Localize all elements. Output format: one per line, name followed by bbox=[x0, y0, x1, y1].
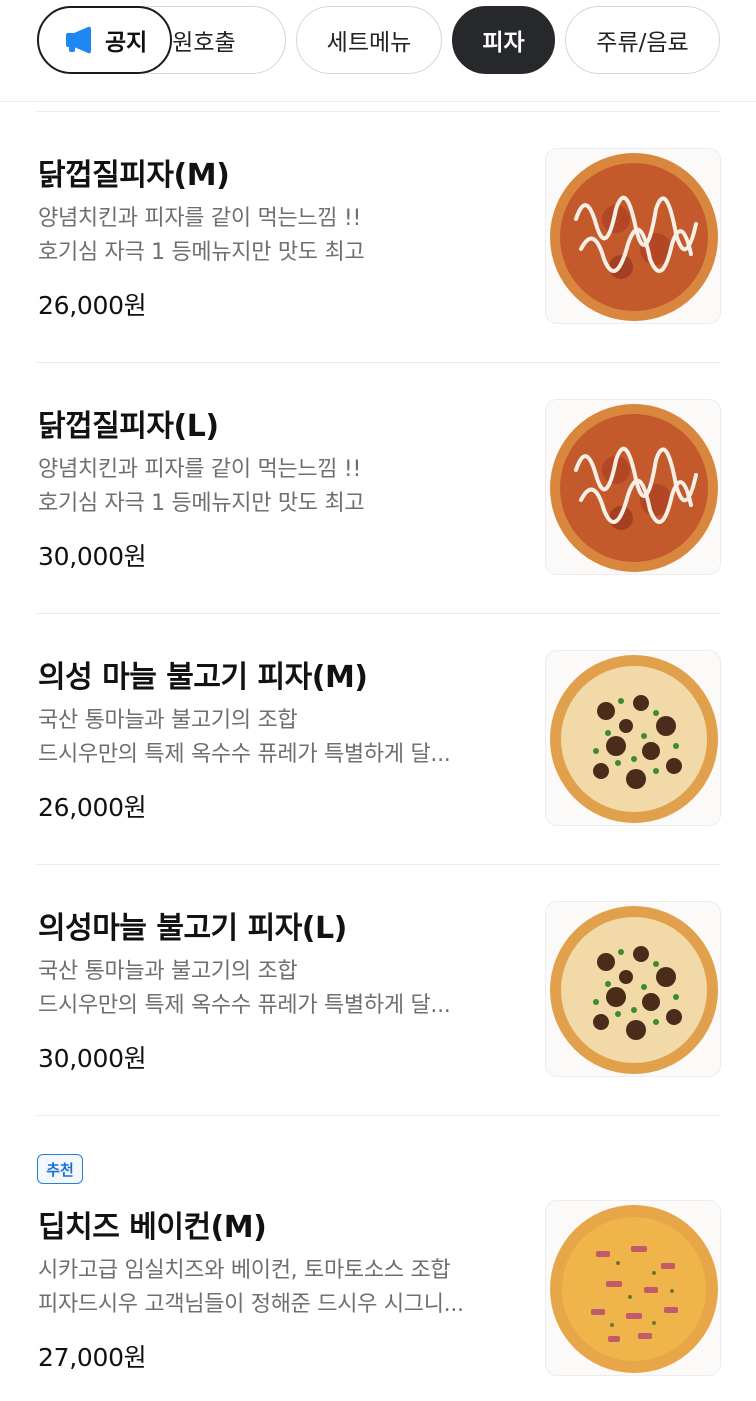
menu-item-price: 30,000원 bbox=[38, 1044, 147, 1073]
menu-item-description: 피자드시우 고객님들이 정해준 드시우 시그니... bbox=[38, 1292, 464, 1317]
menu-item-description: 시카고급 임실치즈와 베이컨, 토마토소스 조합 bbox=[38, 1258, 451, 1283]
notice-button[interactable]: 공지 bbox=[37, 6, 172, 74]
menu-item[interactable]: 의성마늘 불고기 피자(L) 국산 통마늘과 불고기의 조합 드시우만의 특제 … bbox=[0, 865, 756, 1115]
megaphone-icon bbox=[66, 26, 91, 54]
menu-item-description: 양념치킨과 피자를 같이 먹는느낌 !! bbox=[38, 206, 361, 231]
category-bar: 직원호출 세트메뉴 피자 주류/음료 공지 bbox=[0, 0, 756, 102]
menu-item-name: 딥치즈 베이컨(M) bbox=[38, 1210, 267, 1245]
menu-item-price: 26,000원 bbox=[38, 793, 147, 822]
menu-item[interactable]: 닭껍질피자(M) 양념치킨과 피자를 같이 먹는느낌 !! 호기심 자극 1 등… bbox=[0, 112, 756, 362]
category-chip-label: 세트메뉴 bbox=[326, 30, 412, 56]
menu-item-description: 국산 통마늘과 불고기의 조합 bbox=[38, 708, 298, 733]
pizza-chicken-skin-image bbox=[545, 148, 721, 324]
menu-item-price: 26,000원 bbox=[38, 291, 147, 320]
category-chip-set-menu[interactable]: 세트메뉴 bbox=[296, 6, 442, 74]
menu-item-description: 국산 통마늘과 불고기의 조합 bbox=[38, 959, 298, 984]
menu-item-name: 의성 마늘 불고기 피자(M) bbox=[38, 660, 368, 695]
pizza-chicken-skin-image bbox=[545, 399, 721, 575]
menu-item-description: 드시우만의 특제 옥수수 퓨레가 특별하게 달... bbox=[38, 742, 451, 767]
menu-item-name: 닭껍질피자(M) bbox=[38, 158, 230, 193]
menu-item[interactable]: 추천 딥치즈 베이컨(M) 시카고급 임실치즈와 베이컨, 토마토소스 조합 피… bbox=[0, 1116, 756, 1401]
menu-item-description: 호기심 자극 1 등메뉴지만 맛도 최고 bbox=[38, 491, 365, 516]
menu-item-description: 양념치킨과 피자를 같이 먹는느낌 !! bbox=[38, 457, 361, 482]
menu-item-price: 27,000원 bbox=[38, 1343, 147, 1372]
notice-label: 공지 bbox=[105, 30, 148, 56]
menu-item[interactable]: 의성 마늘 불고기 피자(M) 국산 통마늘과 불고기의 조합 드시우만의 특제… bbox=[0, 614, 756, 864]
recommend-badge: 추천 bbox=[37, 1154, 83, 1184]
menu-item-description: 드시우만의 특제 옥수수 퓨레가 특별하게 달... bbox=[38, 993, 451, 1018]
menu-item-name: 의성마늘 불고기 피자(L) bbox=[38, 911, 347, 946]
category-chip-label: 주류/음료 bbox=[596, 30, 689, 56]
category-chip-label: 피자 bbox=[482, 30, 525, 56]
pizza-bulgogi-image bbox=[545, 650, 721, 826]
menu-item-price: 30,000원 bbox=[38, 542, 147, 571]
menu-item-description: 호기심 자극 1 등메뉴지만 맛도 최고 bbox=[38, 240, 365, 265]
menu-item-name: 닭껍질피자(L) bbox=[38, 409, 219, 444]
pizza-bulgogi-image bbox=[545, 901, 721, 1077]
category-chip-drinks[interactable]: 주류/음료 bbox=[565, 6, 720, 74]
menu-item[interactable]: 닭껍질피자(L) 양념치킨과 피자를 같이 먹는느낌 !! 호기심 자극 1 등… bbox=[0, 363, 756, 613]
category-chip-pizza[interactable]: 피자 bbox=[452, 6, 555, 74]
pizza-bacon-image bbox=[545, 1200, 721, 1376]
